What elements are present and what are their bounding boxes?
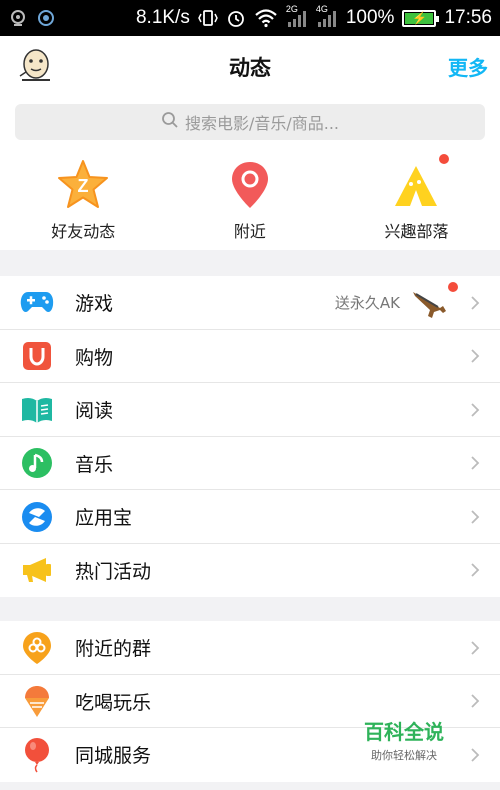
menu-item-hot-events[interactable]: 热门活动: [0, 544, 500, 598]
menu-item-label: 购物: [75, 346, 114, 369]
svg-text:Z: Z: [78, 176, 89, 196]
ice-cream-icon: [19, 683, 55, 719]
chevron-right-icon: [471, 694, 480, 708]
menu-item-app-store[interactable]: 应用宝: [0, 490, 500, 544]
qq-notify-icon: [36, 8, 56, 28]
group-pin-icon: [19, 630, 55, 666]
quick-item-label: 好友动态: [51, 222, 116, 241]
menu-item-shopping[interactable]: 购物: [0, 330, 500, 383]
more-button[interactable]: 更多: [448, 52, 488, 81]
megaphone-icon: [19, 552, 55, 588]
badge-dot: [448, 282, 458, 292]
chevron-right-icon: [471, 563, 480, 577]
header: 动态 更多: [0, 36, 500, 98]
chevron-right-icon: [471, 748, 480, 762]
book-icon: [19, 392, 55, 428]
network-4g-label: 4G: [315, 4, 328, 14]
chevron-right-icon: [471, 456, 480, 470]
tent-icon: [389, 154, 450, 212]
menu-item-label: 阅读: [75, 400, 114, 423]
quick-item-nearby[interactable]: 附近: [167, 150, 334, 250]
quick-item-label: 附近: [233, 222, 266, 241]
wifi-icon: [254, 8, 278, 28]
battery-percent: 100%: [345, 7, 395, 28]
search-icon: [161, 111, 179, 133]
menu-group-1: 游戏 送永久AK 购物 阅读 音乐 应用宝 热门活动: [0, 276, 500, 597]
qzone-star-icon: Z: [56, 158, 110, 212]
balloon-icon: [19, 737, 55, 773]
app-store-icon: [19, 499, 55, 535]
watermark-title: 百科全说: [364, 720, 444, 744]
quick-item-label: 兴趣部落: [384, 222, 449, 241]
quick-item-interest-tribe[interactable]: 兴趣部落: [333, 150, 500, 250]
menu-item-games[interactable]: 游戏 送永久AK: [0, 276, 500, 330]
chevron-right-icon: [471, 403, 480, 417]
chevron-right-icon: [471, 349, 480, 363]
menu-item-label: 游戏: [75, 293, 114, 316]
menu-item-label: 同城服务: [75, 745, 152, 768]
menu-item-music[interactable]: 音乐: [0, 437, 500, 490]
menu-item-label: 附近的群: [75, 638, 152, 661]
promo-text: 送永久AK: [334, 294, 400, 313]
chevron-right-icon: [471, 510, 480, 524]
page-title: 动态: [229, 56, 271, 80]
battery-icon: ⚡: [402, 9, 440, 27]
gamepad-icon: [19, 285, 55, 321]
search-input[interactable]: 搜索电影/音乐/商品...: [15, 104, 485, 140]
quick-actions: Z 好友动态 附近 兴趣部落: [0, 150, 500, 250]
quick-item-friend-feed[interactable]: Z 好友动态: [0, 150, 167, 250]
search-bar-container: 搜索电影/音乐/商品...: [0, 98, 500, 150]
chevron-right-icon: [471, 641, 480, 655]
search-placeholder: 搜索电影/音乐/商品...: [184, 114, 340, 133]
menu-item-label: 音乐: [75, 453, 114, 476]
shopping-magnet-icon: [19, 338, 55, 374]
menu-item-label: 应用宝: [75, 507, 133, 530]
signal-2g-icon: 2G: [286, 4, 308, 28]
watermark: 百科全说 助你轻松解决: [348, 716, 460, 763]
avatar[interactable]: [16, 46, 56, 86]
watermark-subtitle: 助你轻松解决: [371, 749, 437, 762]
status-bar: 8.1K/s 2G 4G 100% ⚡ 17:56: [0, 0, 500, 36]
location-pin-icon: [223, 158, 277, 212]
clock: 17:56: [444, 7, 492, 28]
menu-item-reading[interactable]: 阅读: [0, 383, 500, 437]
notification-icon: [8, 8, 28, 28]
signal-4g-icon: 4G: [316, 4, 338, 28]
rifle-icon: [410, 282, 458, 322]
menu-item-label: 吃喝玩乐: [75, 691, 152, 714]
network-2g-label: 2G: [285, 4, 298, 14]
chevron-right-icon: [471, 296, 480, 310]
music-note-icon: [19, 445, 55, 481]
badge-dot: [439, 154, 450, 164]
network-speed: 8.1K/s: [135, 7, 190, 28]
alarm-icon: [226, 8, 246, 28]
menu-item-nearby-groups[interactable]: 附近的群: [0, 621, 500, 675]
vibrate-icon: [198, 8, 218, 28]
menu-item-label: 热门活动: [75, 560, 152, 583]
